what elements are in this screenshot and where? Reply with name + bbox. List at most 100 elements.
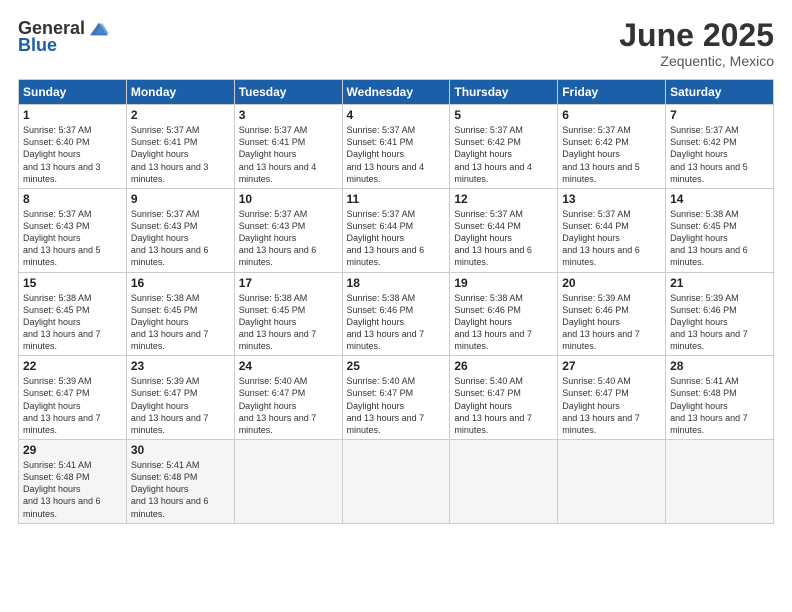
header-tuesday: Tuesday — [234, 80, 342, 105]
sunset-label: Sunset: 6:48 PM — [23, 472, 90, 482]
day-number: 25 — [347, 359, 446, 373]
day-cell: 1 Sunrise: 5:37 AM Sunset: 6:40 PM Dayli… — [19, 105, 127, 189]
cell-content: Sunrise: 5:40 AM Sunset: 6:47 PM Dayligh… — [347, 375, 446, 436]
sunrise-label: Sunrise: 5:38 AM — [347, 293, 416, 303]
daylight-value: and 13 hours and 5 minutes. — [562, 162, 640, 184]
day-number: 7 — [670, 108, 769, 122]
daylight-label: Daylight hours — [347, 317, 405, 327]
header-saturday: Saturday — [666, 80, 774, 105]
day-cell: 19 Sunrise: 5:38 AM Sunset: 6:46 PM Dayl… — [450, 272, 558, 356]
cell-content: Sunrise: 5:38 AM Sunset: 6:45 PM Dayligh… — [131, 292, 230, 353]
day-cell: 16 Sunrise: 5:38 AM Sunset: 6:45 PM Dayl… — [126, 272, 234, 356]
day-cell: 30 Sunrise: 5:41 AM Sunset: 6:48 PM Dayl… — [126, 440, 234, 524]
day-number: 2 — [131, 108, 230, 122]
sunrise-label: Sunrise: 5:37 AM — [23, 125, 92, 135]
daylight-label: Daylight hours — [670, 317, 728, 327]
day-number: 5 — [454, 108, 553, 122]
sunrise-label: Sunrise: 5:40 AM — [454, 376, 523, 386]
sunrise-label: Sunrise: 5:37 AM — [454, 209, 523, 219]
daylight-label: Daylight hours — [562, 317, 620, 327]
day-number: 24 — [239, 359, 338, 373]
daylight-label: Daylight hours — [131, 149, 189, 159]
week-row-2: 15 Sunrise: 5:38 AM Sunset: 6:45 PM Dayl… — [19, 272, 774, 356]
sunset-label: Sunset: 6:47 PM — [562, 388, 629, 398]
sunrise-label: Sunrise: 5:37 AM — [23, 209, 92, 219]
day-cell: 23 Sunrise: 5:39 AM Sunset: 6:47 PM Dayl… — [126, 356, 234, 440]
logo: General Blue — [18, 18, 109, 56]
month-title: June 2025 — [619, 18, 774, 53]
daylight-label: Daylight hours — [131, 484, 189, 494]
day-number: 22 — [23, 359, 122, 373]
day-cell: 17 Sunrise: 5:38 AM Sunset: 6:45 PM Dayl… — [234, 272, 342, 356]
daylight-label: Daylight hours — [347, 149, 405, 159]
day-cell: 10 Sunrise: 5:37 AM Sunset: 6:43 PM Dayl… — [234, 188, 342, 272]
daylight-label: Daylight hours — [239, 149, 297, 159]
day-number: 11 — [347, 192, 446, 206]
day-number: 16 — [131, 276, 230, 290]
day-cell: 13 Sunrise: 5:37 AM Sunset: 6:44 PM Dayl… — [558, 188, 666, 272]
day-number: 3 — [239, 108, 338, 122]
day-number: 9 — [131, 192, 230, 206]
day-number: 21 — [670, 276, 769, 290]
sunset-label: Sunset: 6:42 PM — [670, 137, 737, 147]
sunset-label: Sunset: 6:41 PM — [347, 137, 414, 147]
cell-content: Sunrise: 5:37 AM Sunset: 6:41 PM Dayligh… — [239, 124, 338, 185]
daylight-label: Daylight hours — [23, 317, 81, 327]
daylight-label: Daylight hours — [454, 401, 512, 411]
sunrise-label: Sunrise: 5:40 AM — [347, 376, 416, 386]
daylight-value: and 13 hours and 6 minutes. — [670, 245, 748, 267]
cell-content: Sunrise: 5:41 AM Sunset: 6:48 PM Dayligh… — [23, 459, 122, 520]
day-number: 4 — [347, 108, 446, 122]
daylight-label: Daylight hours — [131, 317, 189, 327]
daylight-value: and 13 hours and 7 minutes. — [131, 413, 209, 435]
daylight-value: and 13 hours and 3 minutes. — [23, 162, 101, 184]
sunset-label: Sunset: 6:47 PM — [23, 388, 90, 398]
week-row-4: 29 Sunrise: 5:41 AM Sunset: 6:48 PM Dayl… — [19, 440, 774, 524]
cell-content: Sunrise: 5:37 AM Sunset: 6:42 PM Dayligh… — [562, 124, 661, 185]
daylight-value: and 13 hours and 7 minutes. — [23, 413, 101, 435]
daylight-label: Daylight hours — [670, 233, 728, 243]
day-number: 29 — [23, 443, 122, 457]
sunset-label: Sunset: 6:42 PM — [562, 137, 629, 147]
sunset-label: Sunset: 6:44 PM — [347, 221, 414, 231]
daylight-value: and 13 hours and 7 minutes. — [347, 413, 425, 435]
header: General Blue June 2025 Zequentic, Mexico — [18, 18, 774, 69]
cell-content: Sunrise: 5:41 AM Sunset: 6:48 PM Dayligh… — [670, 375, 769, 436]
daylight-label: Daylight hours — [670, 149, 728, 159]
cell-content: Sunrise: 5:40 AM Sunset: 6:47 PM Dayligh… — [562, 375, 661, 436]
sunrise-label: Sunrise: 5:37 AM — [131, 209, 200, 219]
day-number: 28 — [670, 359, 769, 373]
daylight-label: Daylight hours — [454, 149, 512, 159]
sunset-label: Sunset: 6:46 PM — [562, 305, 629, 315]
day-cell: 27 Sunrise: 5:40 AM Sunset: 6:47 PM Dayl… — [558, 356, 666, 440]
cell-content: Sunrise: 5:38 AM Sunset: 6:45 PM Dayligh… — [670, 208, 769, 269]
day-number: 20 — [562, 276, 661, 290]
sunset-label: Sunset: 6:46 PM — [454, 305, 521, 315]
sunset-label: Sunset: 6:41 PM — [131, 137, 198, 147]
sunrise-label: Sunrise: 5:37 AM — [670, 125, 739, 135]
header-sunday: Sunday — [19, 80, 127, 105]
cell-content: Sunrise: 5:41 AM Sunset: 6:48 PM Dayligh… — [131, 459, 230, 520]
sunrise-label: Sunrise: 5:39 AM — [131, 376, 200, 386]
day-cell: 24 Sunrise: 5:40 AM Sunset: 6:47 PM Dayl… — [234, 356, 342, 440]
cell-content: Sunrise: 5:40 AM Sunset: 6:47 PM Dayligh… — [454, 375, 553, 436]
day-cell — [234, 440, 342, 524]
day-number: 26 — [454, 359, 553, 373]
daylight-value: and 13 hours and 6 minutes. — [131, 245, 209, 267]
cell-content: Sunrise: 5:38 AM Sunset: 6:46 PM Dayligh… — [347, 292, 446, 353]
day-cell: 21 Sunrise: 5:39 AM Sunset: 6:46 PM Dayl… — [666, 272, 774, 356]
sunrise-label: Sunrise: 5:38 AM — [454, 293, 523, 303]
day-cell: 6 Sunrise: 5:37 AM Sunset: 6:42 PM Dayli… — [558, 105, 666, 189]
daylight-value: and 13 hours and 3 minutes. — [131, 162, 209, 184]
day-number: 13 — [562, 192, 661, 206]
sunset-label: Sunset: 6:45 PM — [131, 305, 198, 315]
day-cell: 15 Sunrise: 5:38 AM Sunset: 6:45 PM Dayl… — [19, 272, 127, 356]
day-cell: 26 Sunrise: 5:40 AM Sunset: 6:47 PM Dayl… — [450, 356, 558, 440]
daylight-value: and 13 hours and 7 minutes. — [239, 413, 317, 435]
daylight-label: Daylight hours — [239, 401, 297, 411]
logo-icon — [89, 19, 109, 39]
daylight-value: and 13 hours and 7 minutes. — [670, 413, 748, 435]
sunrise-label: Sunrise: 5:37 AM — [562, 125, 631, 135]
cell-content: Sunrise: 5:37 AM Sunset: 6:44 PM Dayligh… — [347, 208, 446, 269]
daylight-label: Daylight hours — [131, 233, 189, 243]
